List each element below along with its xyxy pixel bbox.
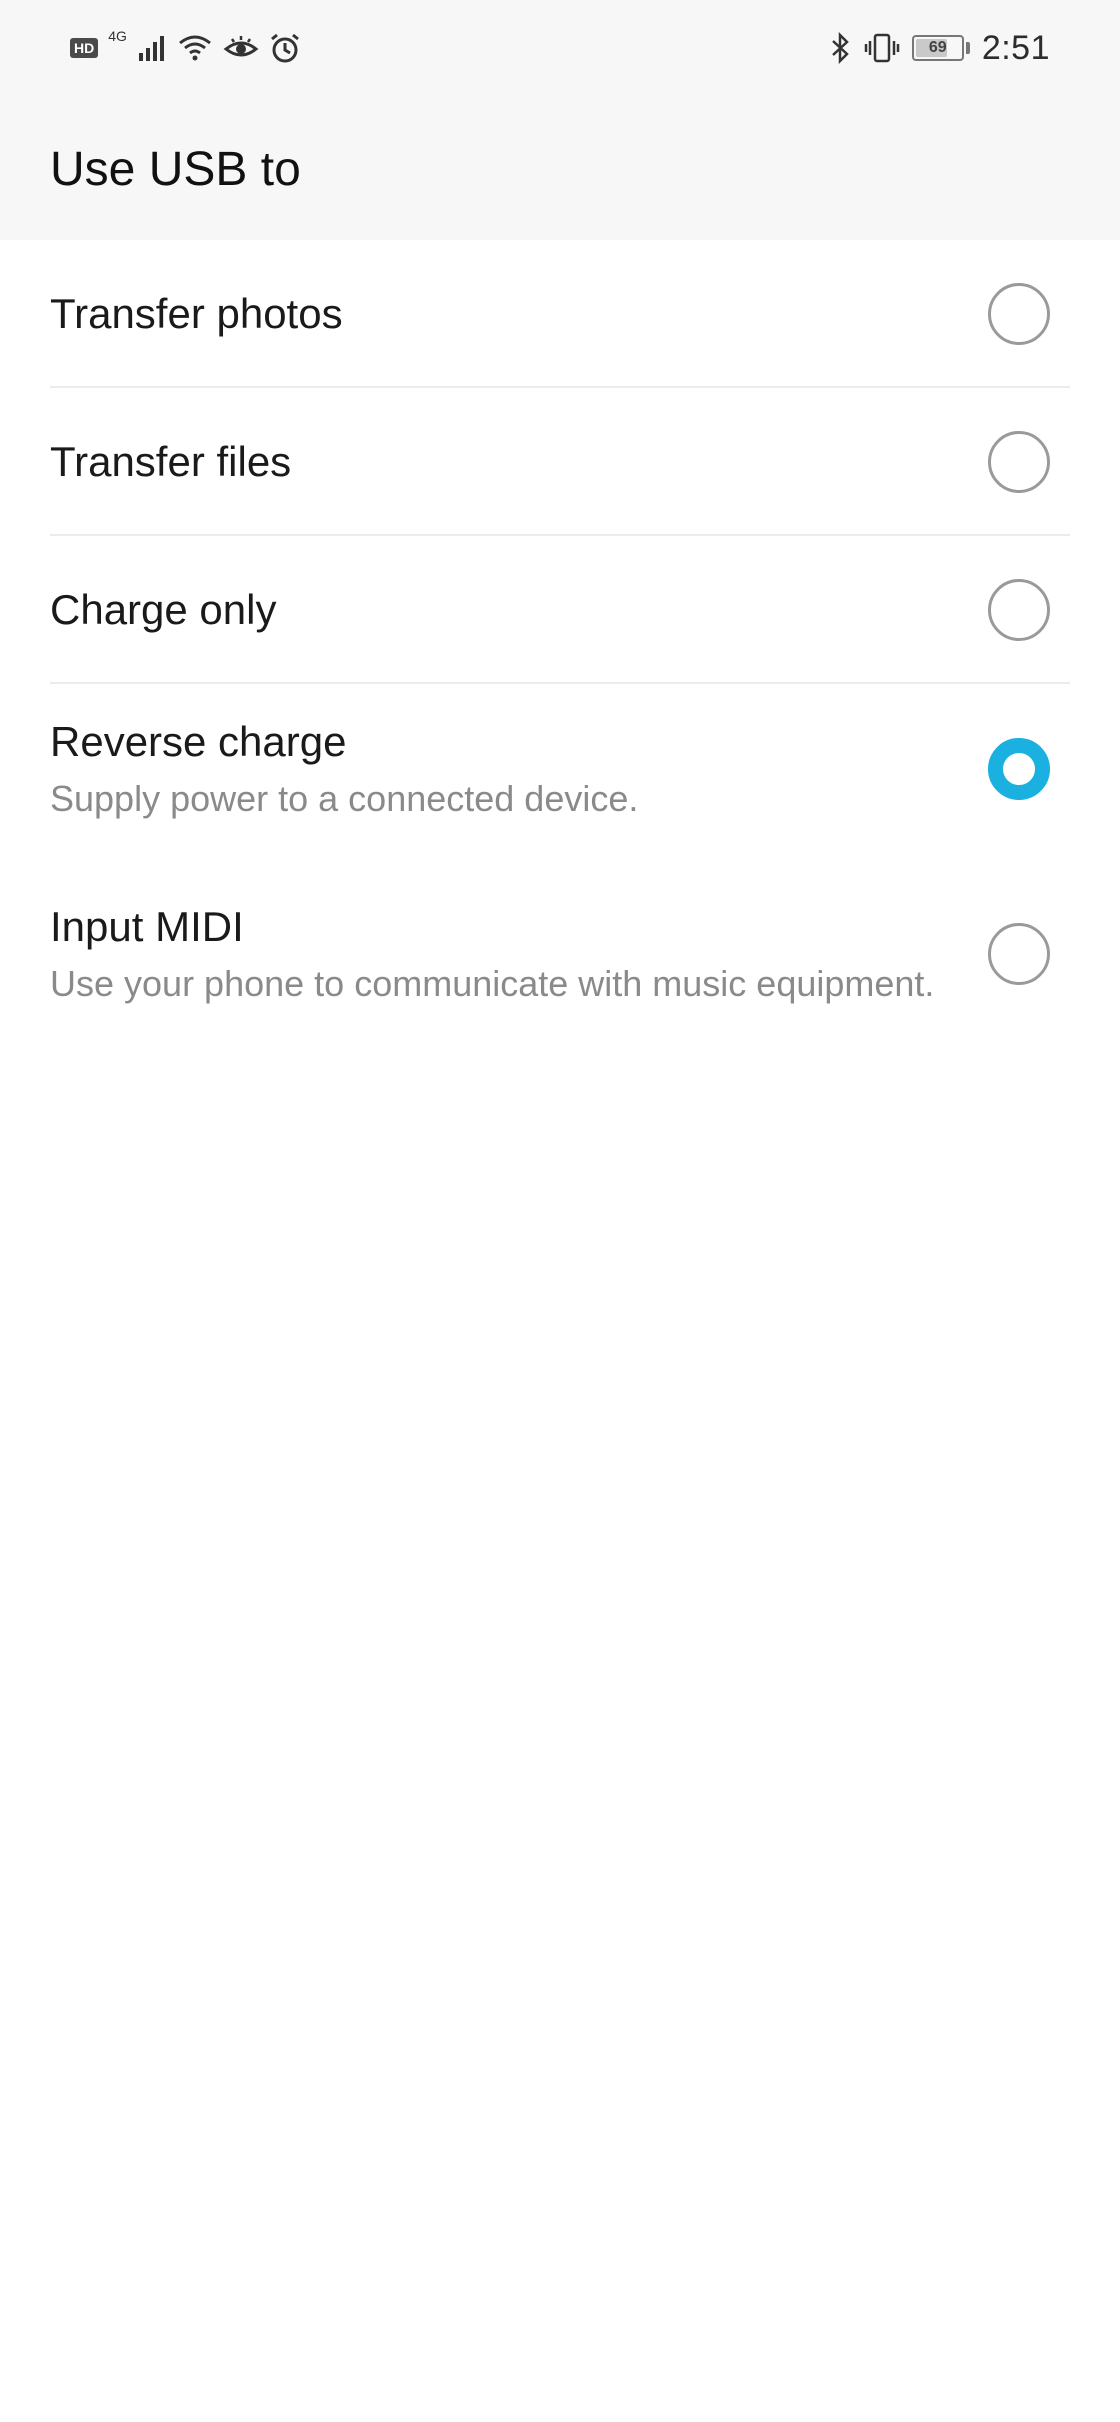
network-type-icon: 4G <box>108 28 127 44</box>
battery-level: 69 <box>928 39 947 56</box>
alarm-icon <box>269 32 301 64</box>
radio-transfer-files[interactable] <box>988 431 1050 493</box>
bluetooth-icon <box>830 32 852 64</box>
battery-icon: 69 <box>911 35 964 61</box>
hd-icon: HD <box>70 38 99 58</box>
option-label: Charge only <box>50 586 277 633</box>
option-description: Use your phone to communicate with music… <box>50 963 935 1004</box>
option-description: Supply power to a connected device. <box>50 778 639 819</box>
radio-reverse-charge[interactable] <box>988 738 1050 800</box>
radio-charge-only[interactable] <box>988 579 1050 641</box>
battery-tip <box>965 42 970 54</box>
option-label: Transfer photos <box>50 290 343 337</box>
option-transfer-photos[interactable]: Transfer photos <box>0 240 1120 388</box>
option-reverse-charge[interactable]: Reverse charge Supply power to a connect… <box>0 684 1120 854</box>
status-bar: HD 4G 69 2:51 <box>0 0 1120 98</box>
status-bar-right: 69 2:51 <box>830 26 1050 70</box>
option-label: Input MIDI <box>50 903 244 950</box>
option-label: Reverse charge <box>50 718 347 765</box>
eye-icon <box>223 33 259 63</box>
usb-option-list: Transfer photos Transfer files Charge on… <box>0 240 1120 1054</box>
radio-input-midi[interactable] <box>988 923 1050 985</box>
radio-transfer-photos[interactable] <box>988 283 1050 345</box>
status-bar-left: HD 4G <box>70 26 301 70</box>
option-charge-only[interactable]: Charge only <box>0 536 1120 684</box>
status-time: 2:51 <box>981 28 1050 67</box>
option-label: Transfer files <box>50 438 292 485</box>
option-input-midi[interactable]: Input MIDI Use your phone to communicate… <box>0 854 1120 1054</box>
signal-icon <box>137 33 167 63</box>
wifi-icon <box>177 33 213 63</box>
option-transfer-files[interactable]: Transfer files <box>0 388 1120 536</box>
vibrate-icon <box>864 32 900 64</box>
page-title: Use USB to <box>50 143 301 196</box>
